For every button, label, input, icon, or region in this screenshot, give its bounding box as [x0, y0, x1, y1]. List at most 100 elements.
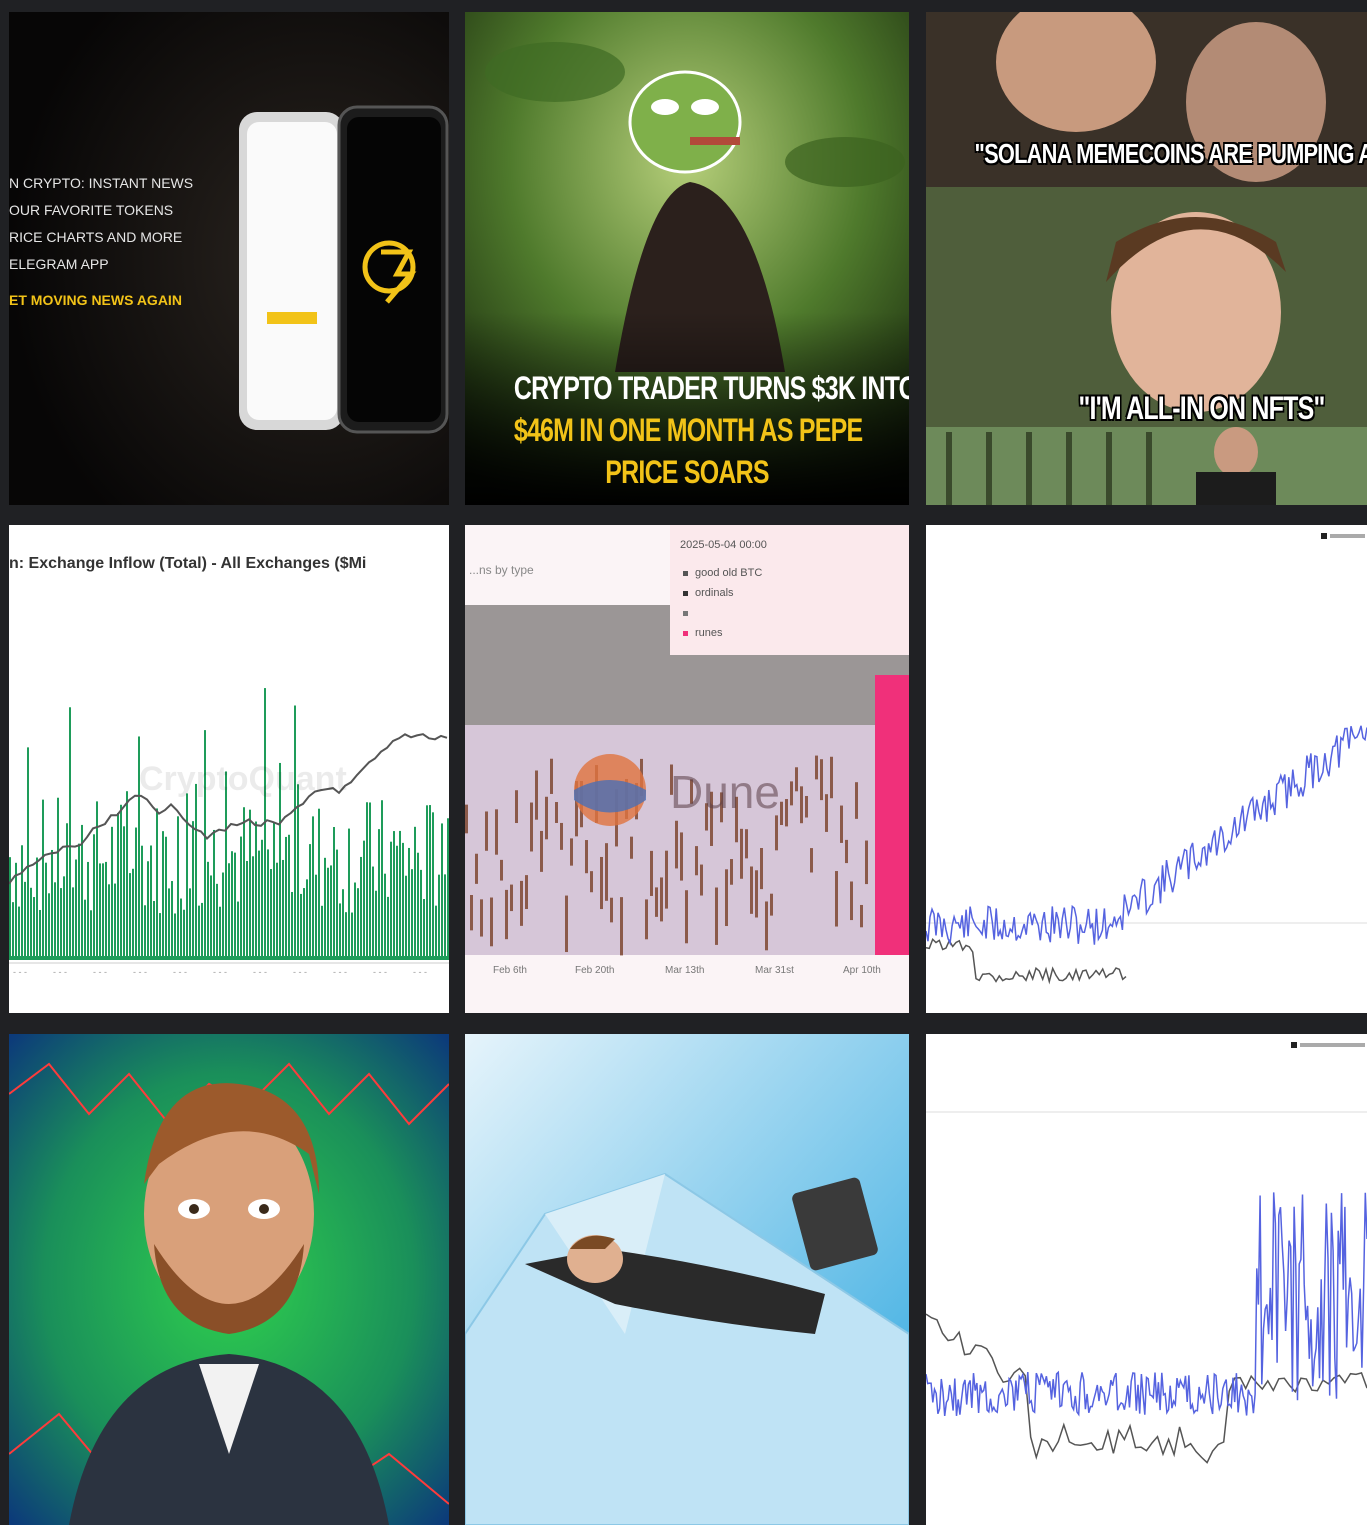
inflow-bar [174, 913, 176, 956]
inflow-bar [111, 826, 113, 956]
inflow-bar [93, 834, 95, 956]
flying-man-artwork [465, 1034, 909, 1525]
inflow-bar [66, 823, 68, 956]
svg-text:- - -: - - - [53, 967, 67, 977]
meme-bottom-caption: "I'M ALL-IN ON NFTS" [1078, 390, 1325, 426]
image-tile-line-chart-blue-2[interactable] [926, 1034, 1367, 1525]
inflow-bar [369, 802, 371, 956]
dune-bar [650, 850, 653, 896]
svg-text:- - -: - - - [173, 967, 187, 977]
inflow-bar [186, 793, 188, 956]
dune-bar [550, 758, 553, 794]
inflow-bar [321, 905, 323, 956]
inflow-bar [171, 881, 173, 956]
image-tile-pepe-news[interactable]: CRYPTO TRADER TURNS $3K INTO $46M IN ONE… [465, 12, 909, 505]
inflow-bar [189, 888, 191, 956]
svg-text:- - -: - - - [333, 967, 347, 977]
inflow-bar [303, 888, 305, 956]
image-tile-meme[interactable]: "SOLANA MEMECOINS ARE PUMPING AGAIN" "I'… [926, 12, 1367, 505]
inflow-bar [54, 882, 56, 956]
dune-bar [525, 875, 528, 910]
inflow-bar [390, 841, 392, 956]
inflow-bar [228, 863, 230, 956]
svg-text:- - -: - - - [413, 967, 427, 977]
inflow-bar [87, 861, 89, 956]
inflow-bar [153, 900, 155, 956]
inflow-bar [42, 799, 44, 956]
inflow-bar [165, 836, 167, 956]
dune-bar [475, 853, 478, 884]
svg-text:- - -: - - - [293, 967, 307, 977]
inflow-bar [30, 887, 32, 956]
inflow-bar [198, 905, 200, 956]
dune-bar [555, 802, 558, 823]
dune-x-tick-3: Mar 13th [665, 965, 705, 976]
meme-artwork [926, 12, 1367, 505]
dune-bar [545, 796, 548, 840]
dune-bar [570, 838, 573, 866]
inflow-bar [339, 903, 341, 956]
inflow-bar [159, 913, 161, 956]
inflow-bar [345, 912, 347, 956]
inflow-bar [285, 836, 287, 956]
inflow-watermark: CryptoQuant [139, 760, 347, 798]
inflow-bar [270, 869, 272, 956]
inflow-bar [408, 847, 410, 956]
inflow-bar [426, 805, 428, 956]
gray-line [926, 937, 1127, 985]
inflow-bar [384, 873, 386, 956]
inflow-bar [447, 818, 449, 956]
inflow-bar [48, 893, 50, 956]
svg-text:- - -: - - - [133, 967, 147, 977]
dune-bar [515, 790, 518, 824]
inflow-bar [18, 906, 20, 956]
promo-line-1: N CRYPTO: INSTANT NEWS [9, 175, 194, 191]
dune-bar [700, 864, 703, 896]
inflow-bar [195, 783, 197, 956]
inflow-bar [162, 831, 164, 956]
inflow-bar [177, 816, 179, 956]
inflow-bar [144, 905, 146, 956]
dune-bar [520, 880, 523, 926]
dune-tooltip-date: 2025-05-04 00:00 [680, 539, 767, 551]
inflow-bar [234, 852, 236, 956]
dune-bar [775, 815, 778, 851]
dune-bar [565, 895, 568, 953]
dune-bar [590, 871, 593, 893]
dune-bar [620, 897, 623, 956]
inflow-bar [357, 888, 359, 956]
inflow-bar [297, 784, 299, 956]
image-tile-dune-chart[interactable]: ...ns by type 2025-05-04 00:00 good old … [465, 525, 909, 1013]
dune-bar [695, 846, 698, 876]
image-tile-exchange-inflow-chart[interactable]: - - -- - -- - - - - -- - -- - - - - -- -… [9, 525, 449, 1013]
image-tile-flying-man-illustration[interactable] [465, 1034, 909, 1525]
inflow-bar [348, 828, 350, 956]
inflow-bar [150, 845, 152, 956]
inflow-bar [429, 805, 431, 956]
inflow-bar [72, 887, 74, 956]
inflow-bar [78, 843, 80, 956]
dune-legend-item-3: runes [695, 627, 723, 639]
image-tile-trader-illustration[interactable] [9, 1034, 449, 1525]
inflow-bar [36, 857, 38, 956]
inflow-bar [201, 902, 203, 956]
inflow-bar [276, 862, 278, 956]
inflow-bar [255, 821, 257, 956]
inflow-bar [135, 827, 137, 956]
inflow-bar [273, 822, 275, 956]
inflow-bar [318, 808, 320, 956]
dune-bar [810, 848, 813, 873]
dune-bar [795, 767, 798, 792]
dune-bar [665, 850, 668, 909]
trader-artwork [9, 1034, 449, 1525]
inflow-bar [147, 861, 149, 956]
svg-text:- - -: - - - [213, 967, 227, 977]
inflow-bar [354, 882, 356, 956]
image-tile-line-chart-blue-1[interactable] [926, 525, 1367, 1013]
inflow-bar [387, 896, 389, 956]
image-tile-app-promo[interactable]: N CRYPTO: INSTANT NEWS OUR FAVORITE TOKE… [9, 12, 449, 505]
dune-x-tick-5: Apr 10th [843, 965, 881, 976]
inflow-bar [126, 791, 128, 956]
dune-bar [820, 759, 823, 801]
inflow-bar [309, 844, 311, 956]
